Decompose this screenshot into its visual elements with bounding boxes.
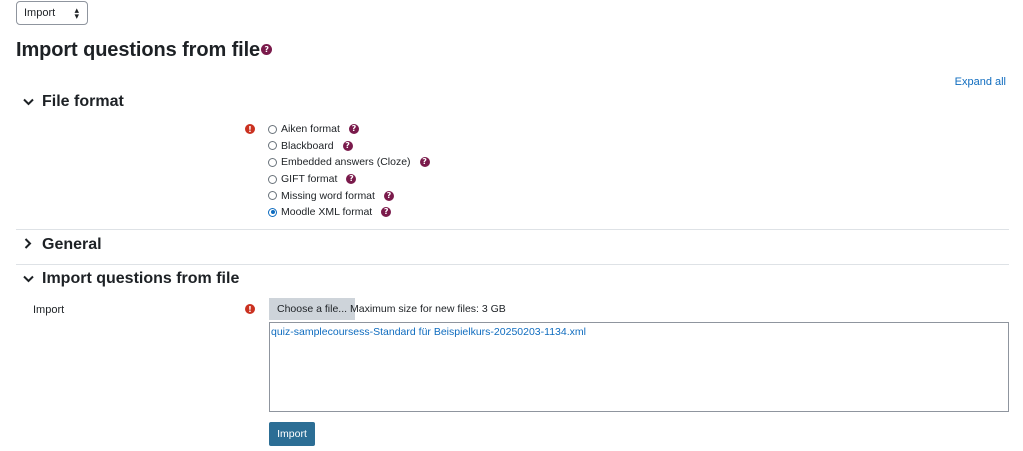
radio-moodle-xml[interactable] xyxy=(268,207,277,217)
format-option-label: GIFT format xyxy=(281,173,338,186)
help-icon[interactable]: ? xyxy=(383,190,394,201)
radio-blackboard[interactable] xyxy=(268,141,277,151)
format-option-label: Missing word format xyxy=(281,189,375,202)
section-general[interactable]: General xyxy=(20,236,102,254)
section-import-file-title: Import questions from file xyxy=(42,270,240,287)
import-submit-button[interactable]: Import xyxy=(269,422,315,446)
help-icon[interactable]: ? xyxy=(348,124,359,135)
section-import-file[interactable]: Import questions from file xyxy=(20,270,239,288)
help-icon[interactable]: ? xyxy=(419,157,430,168)
format-option-missing-word[interactable]: Missing word format ? xyxy=(268,187,430,204)
select-caret-icon: ▴ ▾ xyxy=(74,5,79,21)
format-option-moodle-xml[interactable]: Moodle XML format ? xyxy=(268,204,430,221)
page-title-text: Import questions from file xyxy=(16,39,261,61)
help-icon[interactable]: ? xyxy=(346,174,357,185)
chevron-right-icon xyxy=(20,238,36,252)
format-option-label: Blackboard xyxy=(281,139,334,152)
radio-cloze[interactable] xyxy=(268,157,277,167)
max-file-size-text: Maximum size for new files: 3 GB xyxy=(350,303,506,315)
section-file-format[interactable]: File format xyxy=(20,93,124,111)
section-file-format-title: File format xyxy=(42,93,124,110)
chevron-down-icon xyxy=(20,272,36,286)
section-divider xyxy=(16,264,1009,265)
required-icon: ! xyxy=(245,304,255,314)
format-radio-group: Aiken format ? Blackboard ? Embedded ans… xyxy=(268,121,430,221)
choose-file-button[interactable]: Choose a file... xyxy=(269,298,356,320)
help-icon[interactable]: ? xyxy=(261,44,273,56)
expand-all-link[interactable]: Expand all xyxy=(955,76,1006,88)
section-divider xyxy=(16,229,1009,230)
format-option-blackboard[interactable]: Blackboard ? xyxy=(268,138,430,155)
format-option-label: Embedded answers (Cloze) xyxy=(281,156,411,169)
required-icon: ! xyxy=(245,124,255,134)
help-icon[interactable]: ? xyxy=(342,140,353,151)
page-title: Import questions from file? xyxy=(16,39,273,62)
format-option-cloze[interactable]: Embedded answers (Cloze) ? xyxy=(268,154,430,171)
format-option-aiken[interactable]: Aiken format ? xyxy=(268,121,430,138)
radio-aiken[interactable] xyxy=(268,124,277,134)
radio-gift[interactable] xyxy=(268,174,277,184)
chevron-down-icon xyxy=(20,95,36,109)
action-select-value: Import xyxy=(24,7,56,19)
action-select[interactable]: Import ▴ ▾ xyxy=(16,1,88,25)
selected-file-link[interactable]: quiz-samplecoursess-Standard für Beispie… xyxy=(271,326,586,338)
import-field-label: Import xyxy=(33,304,65,316)
format-option-gift[interactable]: GIFT format ? xyxy=(268,171,430,188)
help-icon[interactable]: ? xyxy=(381,207,392,218)
format-option-label: Aiken format xyxy=(281,123,340,136)
page: Import ▴ ▾ Import questions from file? Ex… xyxy=(0,0,1023,451)
format-option-label: Moodle XML format xyxy=(281,206,373,219)
file-drop-area[interactable]: quiz-samplecoursess-Standard für Beispie… xyxy=(269,322,1009,412)
section-general-title: General xyxy=(42,236,102,253)
radio-missing-word[interactable] xyxy=(268,191,277,201)
